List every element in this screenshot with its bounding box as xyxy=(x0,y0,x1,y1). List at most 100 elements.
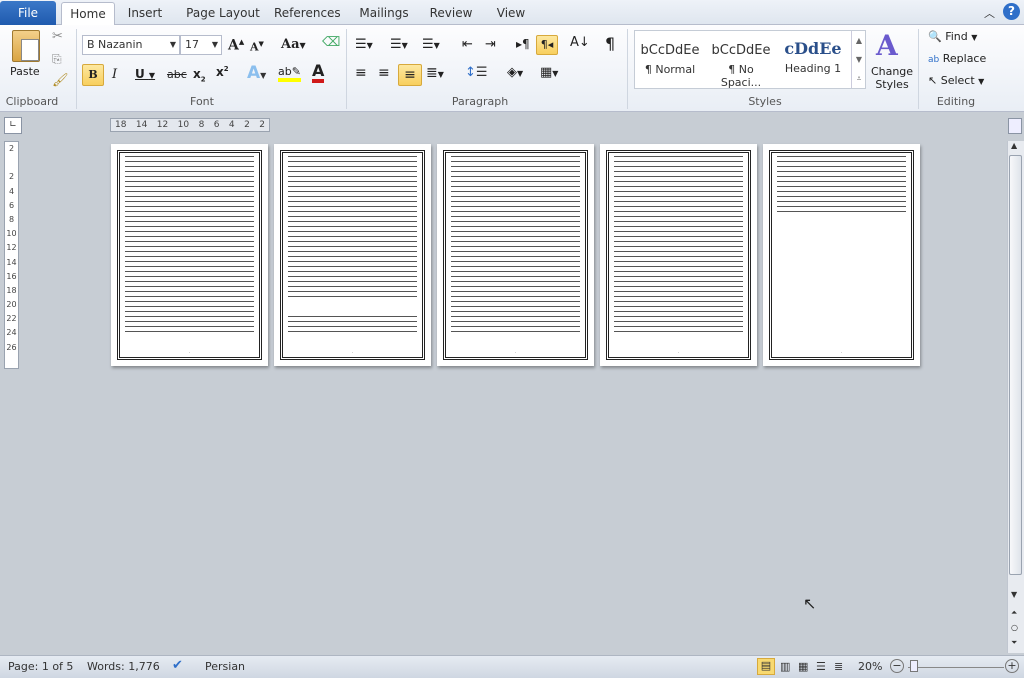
document-page-2[interactable]: . xyxy=(274,144,431,366)
help-icon[interactable]: ? xyxy=(1003,3,1020,20)
replace-button[interactable]: ab Replace xyxy=(928,52,986,65)
copy-icon[interactable]: ⎘ xyxy=(52,52,62,67)
superscript-button[interactable]: x2 xyxy=(216,65,229,79)
horizontal-ruler[interactable]: 18 14 12 10 8 6 4 2 2 xyxy=(110,118,270,132)
tab-home[interactable]: Home xyxy=(61,2,115,26)
document-page-5[interactable]: . xyxy=(763,144,920,366)
show-hide-button[interactable]: ¶ xyxy=(605,34,615,53)
tab-references[interactable]: References xyxy=(274,4,341,25)
zoom-slider[interactable] xyxy=(908,667,1004,668)
zoom-out-button[interactable]: − xyxy=(890,659,904,673)
borders-icon[interactable]: ▦▼ xyxy=(540,65,558,80)
view-ruler-icon[interactable] xyxy=(1008,118,1022,134)
zoom-level[interactable]: 20% xyxy=(858,660,882,673)
find-button[interactable]: 🔍 Find ▼ xyxy=(928,30,977,43)
bold-button[interactable]: B xyxy=(82,64,104,86)
scroll-down-icon[interactable]: ▼ xyxy=(1011,590,1017,599)
cursor-icon: ↖ xyxy=(928,74,938,87)
ltr-icon[interactable]: ▸¶ xyxy=(516,37,530,51)
italic-button[interactable]: I xyxy=(112,67,117,82)
styles-gallery: bCcDdEe ¶ Normal bCcDdEe ¶ No Spaci... cDd… xyxy=(634,30,866,89)
scroll-up-icon[interactable]: ▲ xyxy=(1011,141,1017,150)
clipboard-group-label: Clipboard xyxy=(5,95,59,108)
full-screen-reading-icon[interactable]: ▥ xyxy=(780,660,790,673)
text-effects-icon[interactable]: A▼ xyxy=(247,63,266,83)
tab-insert[interactable]: Insert xyxy=(124,4,166,25)
styles-group-label: Styles xyxy=(748,95,782,108)
replace-icon: ab xyxy=(928,55,940,65)
increase-indent-icon[interactable]: ⇥ xyxy=(485,37,496,52)
status-bar: Page: 1 of 5 Words: 1,776 ✔ Persian ▤ ▥ … xyxy=(0,655,1024,678)
ribbon-home: Paste ✂ ⎘ 🖌 Clipboard B Nazanin ▼ 17 ▼ A▲ … xyxy=(0,25,1024,112)
document-page-1[interactable]: . xyxy=(111,144,268,366)
outline-icon[interactable]: ☰ xyxy=(816,660,826,673)
align-center-icon[interactable]: ≡ xyxy=(378,65,390,81)
binoculars-icon: 🔍 xyxy=(928,30,942,43)
strikethrough-button[interactable]: abc xyxy=(167,68,187,81)
document-page-3[interactable]: . xyxy=(437,144,594,366)
rtl-button[interactable]: ¶◂ xyxy=(536,35,558,55)
paragraph-group-label: Paragraph xyxy=(451,95,509,108)
shading-icon[interactable]: ◈▼ xyxy=(507,65,523,80)
language[interactable]: Persian xyxy=(205,660,245,673)
tab-view[interactable]: View xyxy=(494,4,528,25)
font-name-value: B Nazanin xyxy=(87,38,143,51)
tab-file[interactable]: File xyxy=(0,1,56,25)
word-count[interactable]: Words: 1,776 xyxy=(87,660,160,673)
font-size-dropdown[interactable]: 17 ▼ xyxy=(180,35,222,55)
sort-icon[interactable]: A↓ xyxy=(570,35,590,50)
style-heading-1[interactable]: cDdEe Heading 1 xyxy=(779,33,847,87)
font-size-value: 17 xyxy=(185,38,199,51)
vertical-ruler[interactable]: 2 2 4 6 8 10 12 14 16 18 20 22 24 26 xyxy=(4,141,19,369)
tab-mailings[interactable]: Mailings xyxy=(356,4,412,25)
select-button[interactable]: ↖ Select ▼ xyxy=(928,74,984,87)
previous-page-icon[interactable]: ⏶ xyxy=(1011,608,1017,618)
tab-selector[interactable]: ∟ xyxy=(4,117,22,134)
font-group-label: Font xyxy=(190,95,214,108)
shrink-font-icon[interactable]: A▼ xyxy=(250,39,264,54)
document-page-4[interactable]: . xyxy=(600,144,757,366)
zoom-in-button[interactable]: + xyxy=(1005,659,1019,673)
format-painter-icon[interactable]: 🖌 xyxy=(52,73,69,88)
paste-button[interactable]: Paste xyxy=(10,65,40,78)
tab-review[interactable]: Review xyxy=(429,4,473,25)
decrease-indent-icon[interactable]: ⇤ xyxy=(462,37,473,52)
proofing-icon[interactable]: ✔ xyxy=(172,658,183,673)
align-left-icon[interactable]: ≡ xyxy=(355,65,367,81)
subscript-button[interactable]: x2 xyxy=(193,67,206,83)
multilevel-list-icon[interactable]: ☰▼ xyxy=(422,37,440,52)
web-layout-icon[interactable]: ▦ xyxy=(798,660,808,673)
underline-button[interactable]: U ▼ xyxy=(135,67,155,81)
bullets-icon[interactable]: ☰▼ xyxy=(355,37,373,52)
zoom-slider-thumb[interactable] xyxy=(910,660,918,672)
change-styles-button[interactable]: Change Styles xyxy=(870,65,914,91)
highlight-color-icon[interactable]: ab✎ xyxy=(278,65,301,82)
justify-icon[interactable]: ≣▼ xyxy=(426,65,444,81)
align-right-button[interactable]: ≡ xyxy=(398,64,422,86)
next-page-icon[interactable]: ⏷ xyxy=(1011,638,1017,648)
ribbon-tabs: File Home Insert Page Layout References … xyxy=(0,0,1024,26)
cut-icon[interactable]: ✂ xyxy=(52,29,63,44)
style-normal[interactable]: bCcDdEe ¶ Normal xyxy=(637,33,703,87)
clear-formatting-icon[interactable]: ⌫ xyxy=(322,35,340,50)
minimize-ribbon-icon[interactable]: ︿ xyxy=(984,5,995,21)
paste-icon[interactable] xyxy=(12,30,40,62)
browse-object-icon[interactable]: ○ xyxy=(1011,623,1018,632)
change-styles-icon[interactable]: A xyxy=(876,29,898,62)
ruler-area: ∟ 18 14 12 10 8 6 4 2 2 xyxy=(0,112,1024,138)
page-count[interactable]: Page: 1 of 5 xyxy=(8,660,73,673)
grow-font-icon[interactable]: A▲ xyxy=(228,37,244,54)
editing-group-label: Editing xyxy=(936,95,976,108)
font-color-icon[interactable]: A xyxy=(312,63,325,83)
change-case-button[interactable]: Aa▼ xyxy=(281,37,306,52)
draft-icon[interactable]: ≣ xyxy=(834,660,843,673)
scrollbar-thumb[interactable] xyxy=(1009,155,1022,575)
font-name-dropdown[interactable]: B Nazanin ▼ xyxy=(82,35,180,55)
styles-scroll[interactable]: ▲ ▼ ⩡ xyxy=(851,31,866,88)
style-no-spacing[interactable]: bCcDdEe ¶ No Spaci... xyxy=(707,33,775,89)
numbering-icon[interactable]: ☰▼ xyxy=(390,37,408,52)
tab-page-layout[interactable]: Page Layout xyxy=(183,4,263,25)
print-layout-icon[interactable]: ▤ xyxy=(757,658,775,675)
line-spacing-icon[interactable]: ↕☰ xyxy=(465,65,488,80)
mouse-cursor-icon: ↖ xyxy=(803,594,817,613)
